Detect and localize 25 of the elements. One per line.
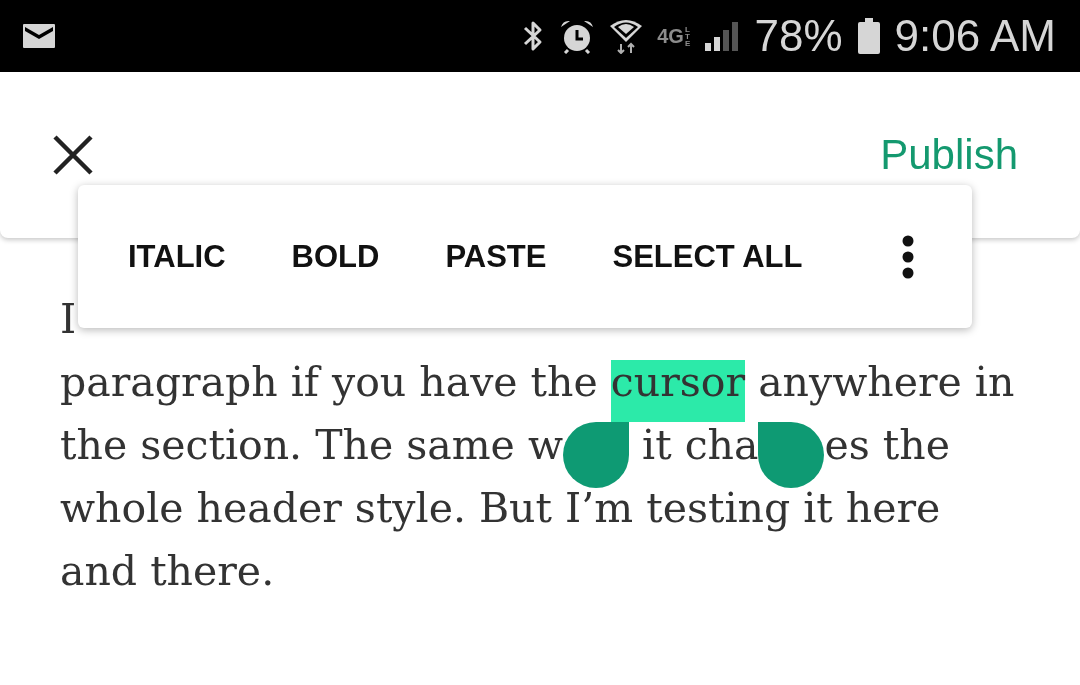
battery-icon	[856, 18, 881, 54]
alarm-clock-icon	[559, 18, 596, 54]
toolbar-action-button[interactable]: SELECT ALL	[579, 208, 836, 305]
paragraph-text: anywhere in	[757, 357, 1015, 408]
selected-text: cursor	[610, 360, 746, 422]
toolbar-action-button[interactable]: ITALIC	[95, 208, 259, 305]
close-button[interactable]	[52, 134, 94, 176]
network-subtype: LTE	[684, 25, 691, 47]
battery-percent: 78%	[754, 11, 843, 61]
toolbar-action-button[interactable]: PASTE	[412, 208, 580, 305]
network-type: 4G	[657, 26, 684, 46]
paragraph-text: and there.	[60, 546, 275, 597]
paragraph-text: it cha	[641, 420, 759, 471]
publish-button[interactable]: Publish	[880, 131, 1018, 179]
paragraph-text: I	[60, 294, 77, 345]
paragraph-text: whole header style. But I’m testing it here	[60, 483, 941, 534]
paragraph-text: es the	[824, 420, 950, 471]
clock-time: 9:06 AM	[894, 11, 1056, 61]
toolbar-action-button[interactable]: BOLD	[258, 208, 413, 305]
signal-bars-icon	[704, 21, 741, 51]
paragraph-text: paragraph if you have the	[60, 357, 599, 408]
close-icon	[52, 134, 94, 176]
wifi-icon	[609, 18, 644, 54]
mail-icon	[22, 23, 56, 49]
paragraph-text: the section. The same w	[60, 420, 563, 471]
